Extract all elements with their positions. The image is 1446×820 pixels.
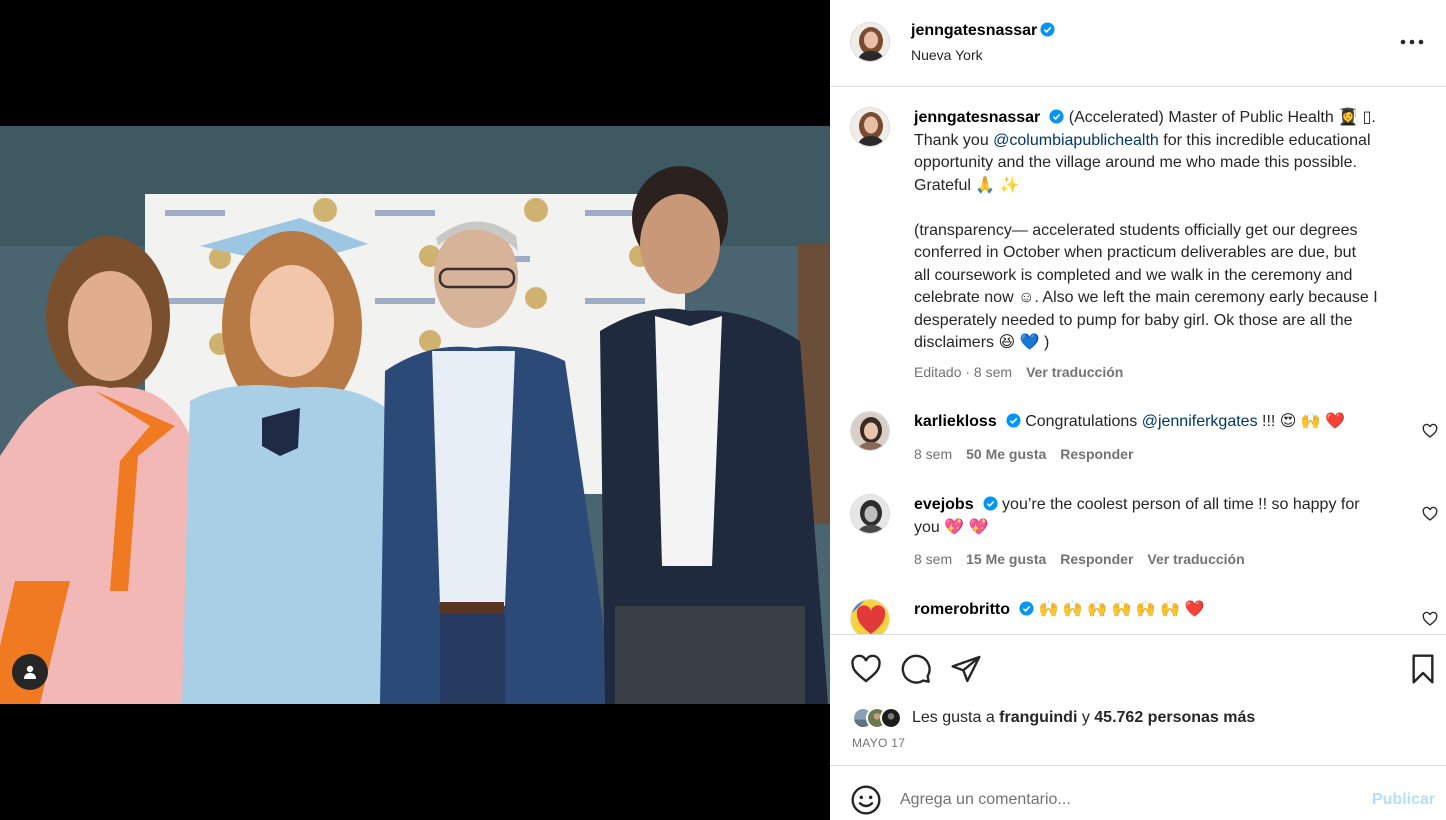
more-options-icon[interactable] [1398,30,1426,54]
comment-text: evejobs you’re the coolest person of all… [914,494,1424,539]
comment-body-post: !!! 😍 🙌 ❤️ [1257,413,1346,430]
publish-button[interactable]: Publicar [1372,791,1435,809]
comments-list[interactable]: jenngatesnassar (Accelerated) Master of … [830,88,1446,634]
mention-link[interactable]: @columbiapublichealth [993,132,1159,149]
caption-para2-line-2: conferred in October when practicum deli… [914,244,1357,261]
commenter-avatar-image [851,600,889,634]
graduation-photo-illustration [0,126,830,704]
mention-link[interactable]: @jenniferkgates [1142,413,1258,430]
caption-missing-glyph: ▯. [1362,109,1376,126]
reply-button[interactable]: Responder [1060,551,1133,567]
caption-meta: Editado · 8 sem Ver traducción [914,364,1123,380]
verified-badge-icon [1049,109,1064,124]
author-username[interactable]: jenngatesnassar [911,22,1037,39]
comment-body-line-1: you’re the coolest person of all time !!… [1002,496,1360,513]
caption-line-3: opportunity and the village around me wh… [914,154,1357,171]
comment-text: romerobritto 🙌 🙌 🙌 🙌 🙌 🙌 ❤️ [914,599,1424,622]
author-avatar[interactable] [850,22,890,62]
caption-para2-line-5: desperately needed to pump for baby girl… [914,311,1353,329]
commenter-avatar-image [851,412,889,450]
comment-body: 🙌 🙌 🙌 🙌 🙌 🙌 ❤️ [1038,601,1205,618]
comment-body-pre: Congratulations [1025,413,1142,430]
caption-para2-line-1: (transparency— accelerated students offi… [914,221,1358,239]
likes-text: Les gusta a franguindi y 45.762 personas… [912,709,1255,727]
verified-badge-icon [1040,22,1055,37]
caption-author-avatar[interactable] [850,107,890,147]
comment-body-line-2: you 💖 💖 [914,518,989,536]
post-actions: Les gusta a franguindi y 45.762 personas… [830,634,1446,765]
verified-badge-icon [1006,413,1021,428]
likes-summary: Les gusta a franguindi y 45.762 personas… [852,707,1255,729]
comment-meta: 8 sem 15 Me gusta Responder Ver traducci… [914,551,1245,567]
verified-badge-icon [1019,601,1034,616]
post-side-panel: jenngatesnassar Nueva York jenngatesnass… [830,0,1446,820]
tagged-users-button[interactable] [12,654,48,690]
commenter-username[interactable]: evejobs [914,496,974,513]
comment-like-count[interactable]: 50 Me gusta [966,446,1046,462]
like-comment-heart-icon[interactable] [1422,506,1438,522]
likes-prefix: Les gusta a [912,709,1000,726]
post-location[interactable]: Nueva York [911,47,983,63]
comment-meta: 8 sem 50 Me gusta Responder [914,446,1133,462]
share-paper-plane-icon[interactable] [950,653,982,685]
author-avatar-image [851,23,889,61]
caption-line-1: (Accelerated) Master of Public Health 👩‍… [1068,109,1359,126]
caption-para2-line-6: disclaimers 😆 💙 ) [914,334,1050,351]
liker-avatar [880,707,902,729]
caption-para2-line-3: all coursework is completed and we walk … [914,266,1353,284]
caption-edited-time: Editado · 8 sem [914,364,1013,380]
like-comment-heart-icon[interactable] [1422,423,1438,439]
post-header: jenngatesnassar Nueva York [830,0,1446,87]
emoji-smiley-icon[interactable] [850,784,882,816]
comment-bubble-icon[interactable] [900,653,932,685]
author-username-row: jenngatesnassar [911,22,1055,40]
comment-input[interactable] [900,786,1350,814]
post-photo[interactable] [0,126,830,704]
commenter-avatar-image [851,495,889,533]
comment-like-count[interactable]: 15 Me gusta [966,551,1046,567]
post-media [0,0,830,820]
caption-para2-line-4: celebrate now ☺. Also we left the main c… [914,289,1378,306]
likes-middle: y [1077,709,1095,726]
first-liker-username[interactable]: franguindi [999,709,1077,726]
caption-translate-link[interactable]: Ver traducción [1026,364,1123,380]
commenter-username[interactable]: romerobritto [914,601,1010,618]
post-date[interactable]: MAYO 17 [852,736,905,750]
caption-line-2-post: for this incredible educational [1158,131,1371,149]
likes-count-link[interactable]: 45.762 personas más [1094,709,1255,726]
caption-avatar-image [851,108,889,146]
like-comment-heart-icon[interactable] [1422,611,1438,627]
reply-button[interactable]: Responder [1060,446,1133,462]
user-icon [24,665,36,679]
commenter-avatar[interactable] [850,599,890,634]
add-comment-bar: Publicar [830,765,1446,820]
caption-text: jenngatesnassar (Accelerated) Master of … [914,107,1424,355]
save-bookmark-icon[interactable] [1407,653,1439,685]
comment-age[interactable]: 8 sem [914,446,952,462]
like-heart-icon[interactable] [850,653,882,685]
caption-line-2-pre: Thank you [914,131,994,149]
commenter-username[interactable]: karliekloss [914,413,997,430]
comment-translate-link[interactable]: Ver traducción [1147,551,1244,567]
comment-text: karliekloss Congratulations @jenniferkga… [914,411,1424,434]
caption-line-4: Grateful 🙏 ✨ [914,176,1020,194]
caption-username[interactable]: jenngatesnassar [914,109,1040,126]
verified-badge-icon [983,496,998,511]
commenter-avatar[interactable] [850,411,890,451]
commenter-avatar[interactable] [850,494,890,534]
comment-age[interactable]: 8 sem [914,551,952,567]
